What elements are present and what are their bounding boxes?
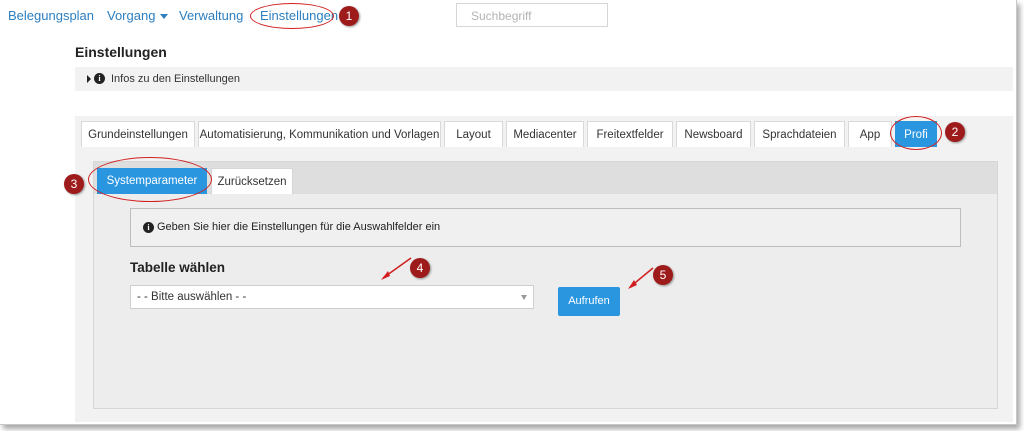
annotation-badge-2: 2 (945, 122, 965, 142)
annotation-badge-5: 5 (653, 265, 673, 285)
arrowhead-icon (628, 280, 637, 289)
annotation-badge-3: 3 (64, 174, 84, 194)
annotation-badge-1: 1 (339, 6, 359, 26)
app-window: Belegungsplan Vorgang Verwaltung Einstel… (0, 0, 1017, 425)
annotation-badge-4: 4 (410, 258, 430, 278)
arrowhead-icon (381, 271, 390, 280)
annotation-arrows (381, 257, 654, 289)
